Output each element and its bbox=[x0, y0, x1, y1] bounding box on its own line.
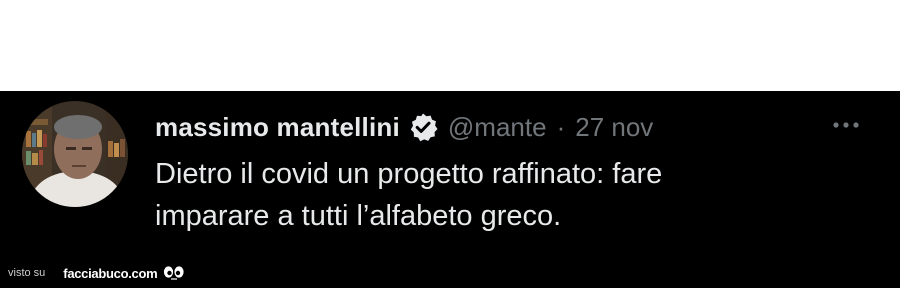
tweet-header: massimo mantellini @mante · 27 nov bbox=[155, 107, 653, 147]
tweet-text-line-2: imparare a tutti l’alfabeto greco. bbox=[155, 200, 562, 232]
tweet-date[interactable]: 27 nov bbox=[575, 112, 653, 143]
author-name[interactable]: massimo mantellini bbox=[155, 112, 400, 143]
top-blank-area bbox=[0, 0, 900, 91]
watermark-prefix: visto su bbox=[8, 267, 46, 279]
avatar[interactable] bbox=[22, 101, 128, 207]
tweet-card[interactable]: massimo mantellini @mante · 27 nov Dietr… bbox=[0, 91, 900, 288]
avatar-photo bbox=[22, 101, 128, 207]
separator-dot: · bbox=[556, 111, 566, 142]
watermark-site: facciabuco.com bbox=[63, 265, 158, 281]
author-handle[interactable]: @mante bbox=[448, 112, 547, 143]
tweet-text: Dietro il covid un progetto raffinato: f… bbox=[155, 153, 795, 237]
verified-badge-icon bbox=[408, 112, 438, 142]
more-options-icon[interactable] bbox=[826, 113, 866, 137]
watermark: visto su facciabuco.com bbox=[8, 262, 185, 284]
tweet-text-line-1: Dietro il covid un progetto raffinato: f… bbox=[155, 158, 663, 190]
googly-eyes-icon bbox=[163, 265, 185, 281]
